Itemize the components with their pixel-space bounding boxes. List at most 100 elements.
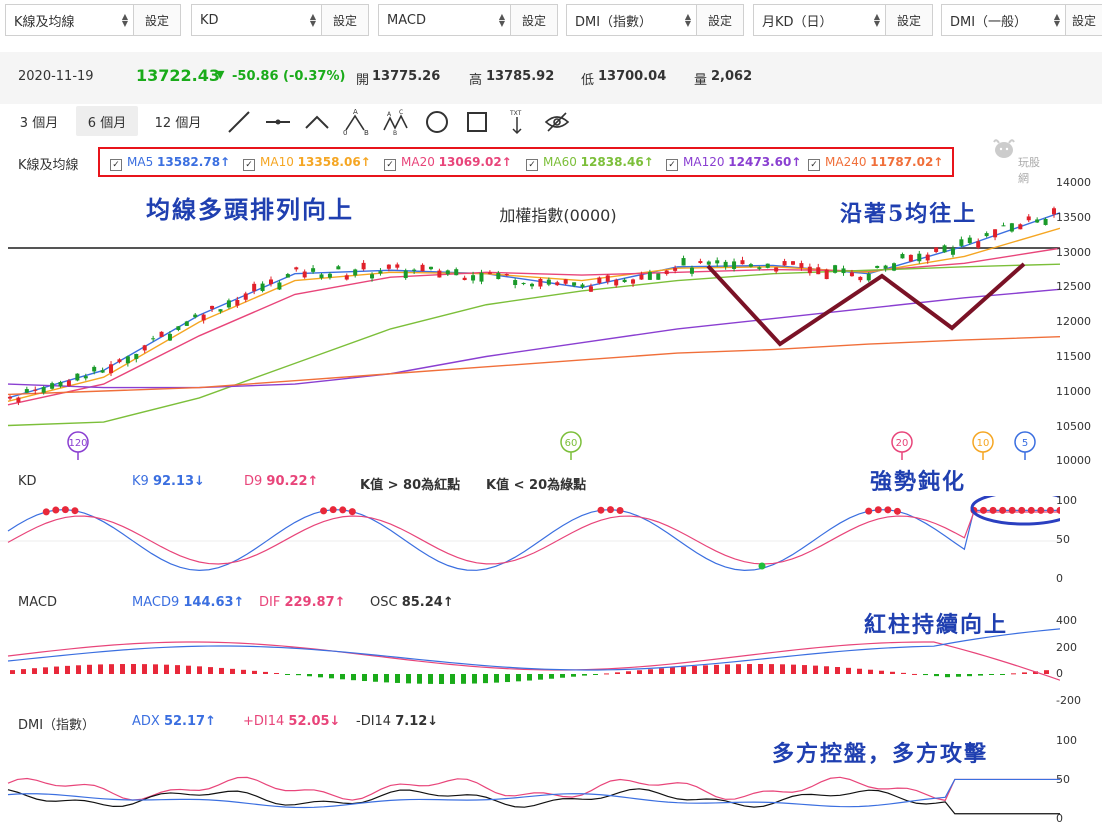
- macd-osc-bar: [615, 672, 620, 674]
- legend-ma240-value: 11787.02↑: [870, 155, 944, 169]
- candle-body: [673, 268, 678, 271]
- watermark-logo: 玩股網: [990, 136, 1050, 185]
- selector-main[interactable]: K線及均線 ▲ ▼ 設定: [5, 4, 181, 36]
- candle-body: [757, 267, 762, 269]
- candle-body: [471, 275, 476, 281]
- kd-y-tick-label: 50: [1056, 533, 1070, 546]
- legend-ma120[interactable]: ✓ MA120 12473.60↑: [666, 155, 801, 171]
- kd-overbought-dot: [42, 508, 50, 516]
- range-3m-button[interactable]: 3 個月: [10, 106, 68, 136]
- chevron-updown-icon[interactable]: ▲ ▼: [869, 13, 885, 28]
- volume-value: 2,062: [711, 69, 753, 84]
- chevron-updown-icon[interactable]: ▲ ▼: [680, 13, 696, 28]
- macd-osc-bar: [10, 670, 15, 674]
- macd-osc-bar: [230, 668, 235, 674]
- period-marker-label: 5: [1022, 438, 1028, 449]
- macd-y-tick-label: 400: [1056, 614, 1077, 627]
- settings-button-kd[interactable]: 設定: [321, 5, 368, 35]
- selector-monthly-kd[interactable]: 月KD（日） ▲ ▼ 設定: [753, 4, 933, 36]
- ma-line-ma240: [7, 335, 1060, 396]
- circle-tool-icon[interactable]: [423, 108, 451, 136]
- checkbox-icon[interactable]: ✓: [384, 159, 396, 171]
- legend-ma60-name: MA60: [543, 155, 577, 169]
- dmi-y-tick-label: 100: [1056, 734, 1077, 747]
- macd-chart[interactable]: [0, 614, 1060, 704]
- settings-button-main[interactable]: 設定: [133, 5, 180, 35]
- chevron-updown-icon[interactable]: ▲ ▼: [117, 13, 133, 28]
- line-tool-icon[interactable]: [225, 108, 253, 136]
- legend-ma20[interactable]: ✓ MA20 13069.02↑: [384, 155, 512, 171]
- legend-ma10-name: MA10: [260, 155, 294, 169]
- chevron-updown-icon[interactable]: ▲ ▼: [1049, 13, 1065, 28]
- checkbox-icon[interactable]: ✓: [243, 159, 255, 171]
- macd-osc-bar: [736, 664, 741, 674]
- chevron-updown-icon[interactable]: ▲ ▼: [494, 13, 510, 28]
- dmi-chart[interactable]: [0, 734, 1060, 822]
- checkbox-icon[interactable]: ✓: [526, 159, 538, 171]
- macd-osc-bar: [219, 667, 224, 674]
- kd-chart[interactable]: [0, 496, 1060, 586]
- macd-osc-bar: [362, 674, 367, 682]
- hide-eye-icon[interactable]: [543, 108, 571, 136]
- main-y-tick-label: 13000: [1056, 245, 1091, 259]
- settings-button-macd[interactable]: 設定: [510, 5, 557, 35]
- period-marker-label: 10: [977, 438, 990, 449]
- macd-panel-label: MACD: [18, 595, 57, 610]
- kd-d-name: D9: [244, 474, 263, 489]
- selector-kd[interactable]: KD ▲ ▼ 設定: [191, 4, 369, 36]
- macd-osc-bar: [648, 669, 653, 674]
- settings-button-dmi-index[interactable]: 設定: [696, 5, 743, 35]
- quote-date: 2020-11-19: [18, 69, 94, 84]
- selector-macd-value[interactable]: MACD: [379, 13, 494, 28]
- candle-body: [83, 376, 88, 379]
- settings-button-dmi-general[interactable]: 設定: [1065, 5, 1102, 35]
- checkbox-icon[interactable]: ✓: [666, 159, 678, 171]
- macd-osc-bar: [274, 672, 279, 674]
- selector-dmi-general[interactable]: DMI（一般） ▲ ▼ 設定: [941, 4, 1102, 36]
- period-marker-120: 120: [67, 431, 89, 460]
- legend-ma60[interactable]: ✓ MA60 12838.46↑: [526, 155, 654, 171]
- macd-osc-bar: [692, 665, 697, 674]
- macd-osc-bar: [131, 664, 136, 674]
- legend-ma10[interactable]: ✓ MA10 13358.06↑: [243, 155, 371, 171]
- range-6m-button[interactable]: 6 個月: [76, 106, 138, 136]
- macd-osc-bar: [725, 664, 730, 674]
- legend-ma240[interactable]: ✓ MA240 11787.02↑: [808, 155, 943, 171]
- macd-osc-bar: [494, 674, 499, 683]
- macd-signal-line: [7, 628, 1060, 671]
- kd-k-label: K9 92.13↓: [132, 474, 205, 489]
- rect-tool-icon[interactable]: [463, 108, 491, 136]
- hline-tool-icon[interactable]: [264, 108, 292, 136]
- candle-body: [959, 239, 964, 246]
- text-tool-icon[interactable]: TXT: [503, 108, 531, 136]
- wedge-tool-icon[interactable]: [303, 108, 331, 136]
- checkbox-icon[interactable]: ✓: [110, 159, 122, 171]
- chevron-updown-icon[interactable]: ▲ ▼: [305, 13, 321, 28]
- candle-body: [201, 314, 206, 321]
- candle-body: [437, 270, 442, 278]
- low-label: 低: [581, 73, 595, 88]
- dmi-pdi-label: +DI14 52.05↓: [243, 714, 340, 729]
- settings-button-monthly-kd[interactable]: 設定: [885, 5, 932, 35]
- abc-pattern-icon[interactable]: A 0 B: [342, 108, 370, 136]
- selector-macd[interactable]: MACD ▲ ▼ 設定: [378, 4, 558, 36]
- selector-main-value[interactable]: K線及均線: [6, 11, 117, 30]
- selector-kd-value[interactable]: KD: [192, 13, 305, 28]
- range-12m-button[interactable]: 12 個月: [146, 106, 210, 136]
- abcd-pattern-icon[interactable]: A C B: [382, 108, 410, 136]
- down-arrow-icon: ▼: [216, 68, 225, 81]
- selector-monthly-kd-value[interactable]: 月KD（日）: [754, 11, 869, 30]
- kd-overbought-dot: [329, 506, 337, 514]
- macd-osc-bar: [175, 665, 180, 674]
- candle-body: [142, 345, 147, 351]
- checkbox-icon[interactable]: ✓: [808, 159, 820, 171]
- selector-dmi-index-value[interactable]: DMI（指數）: [567, 11, 680, 30]
- macd-osc-bar: [857, 668, 862, 674]
- selector-dmi-general-value[interactable]: DMI（一般）: [942, 11, 1049, 30]
- selector-dmi-index[interactable]: DMI（指數） ▲ ▼ 設定: [566, 4, 744, 36]
- kd-overbought-dot: [607, 506, 615, 514]
- candle-body: [159, 331, 164, 337]
- candle-body: [774, 267, 779, 272]
- legend-ma5[interactable]: ✓ MA5 13582.78↑: [110, 155, 230, 171]
- candle-body: [892, 263, 897, 271]
